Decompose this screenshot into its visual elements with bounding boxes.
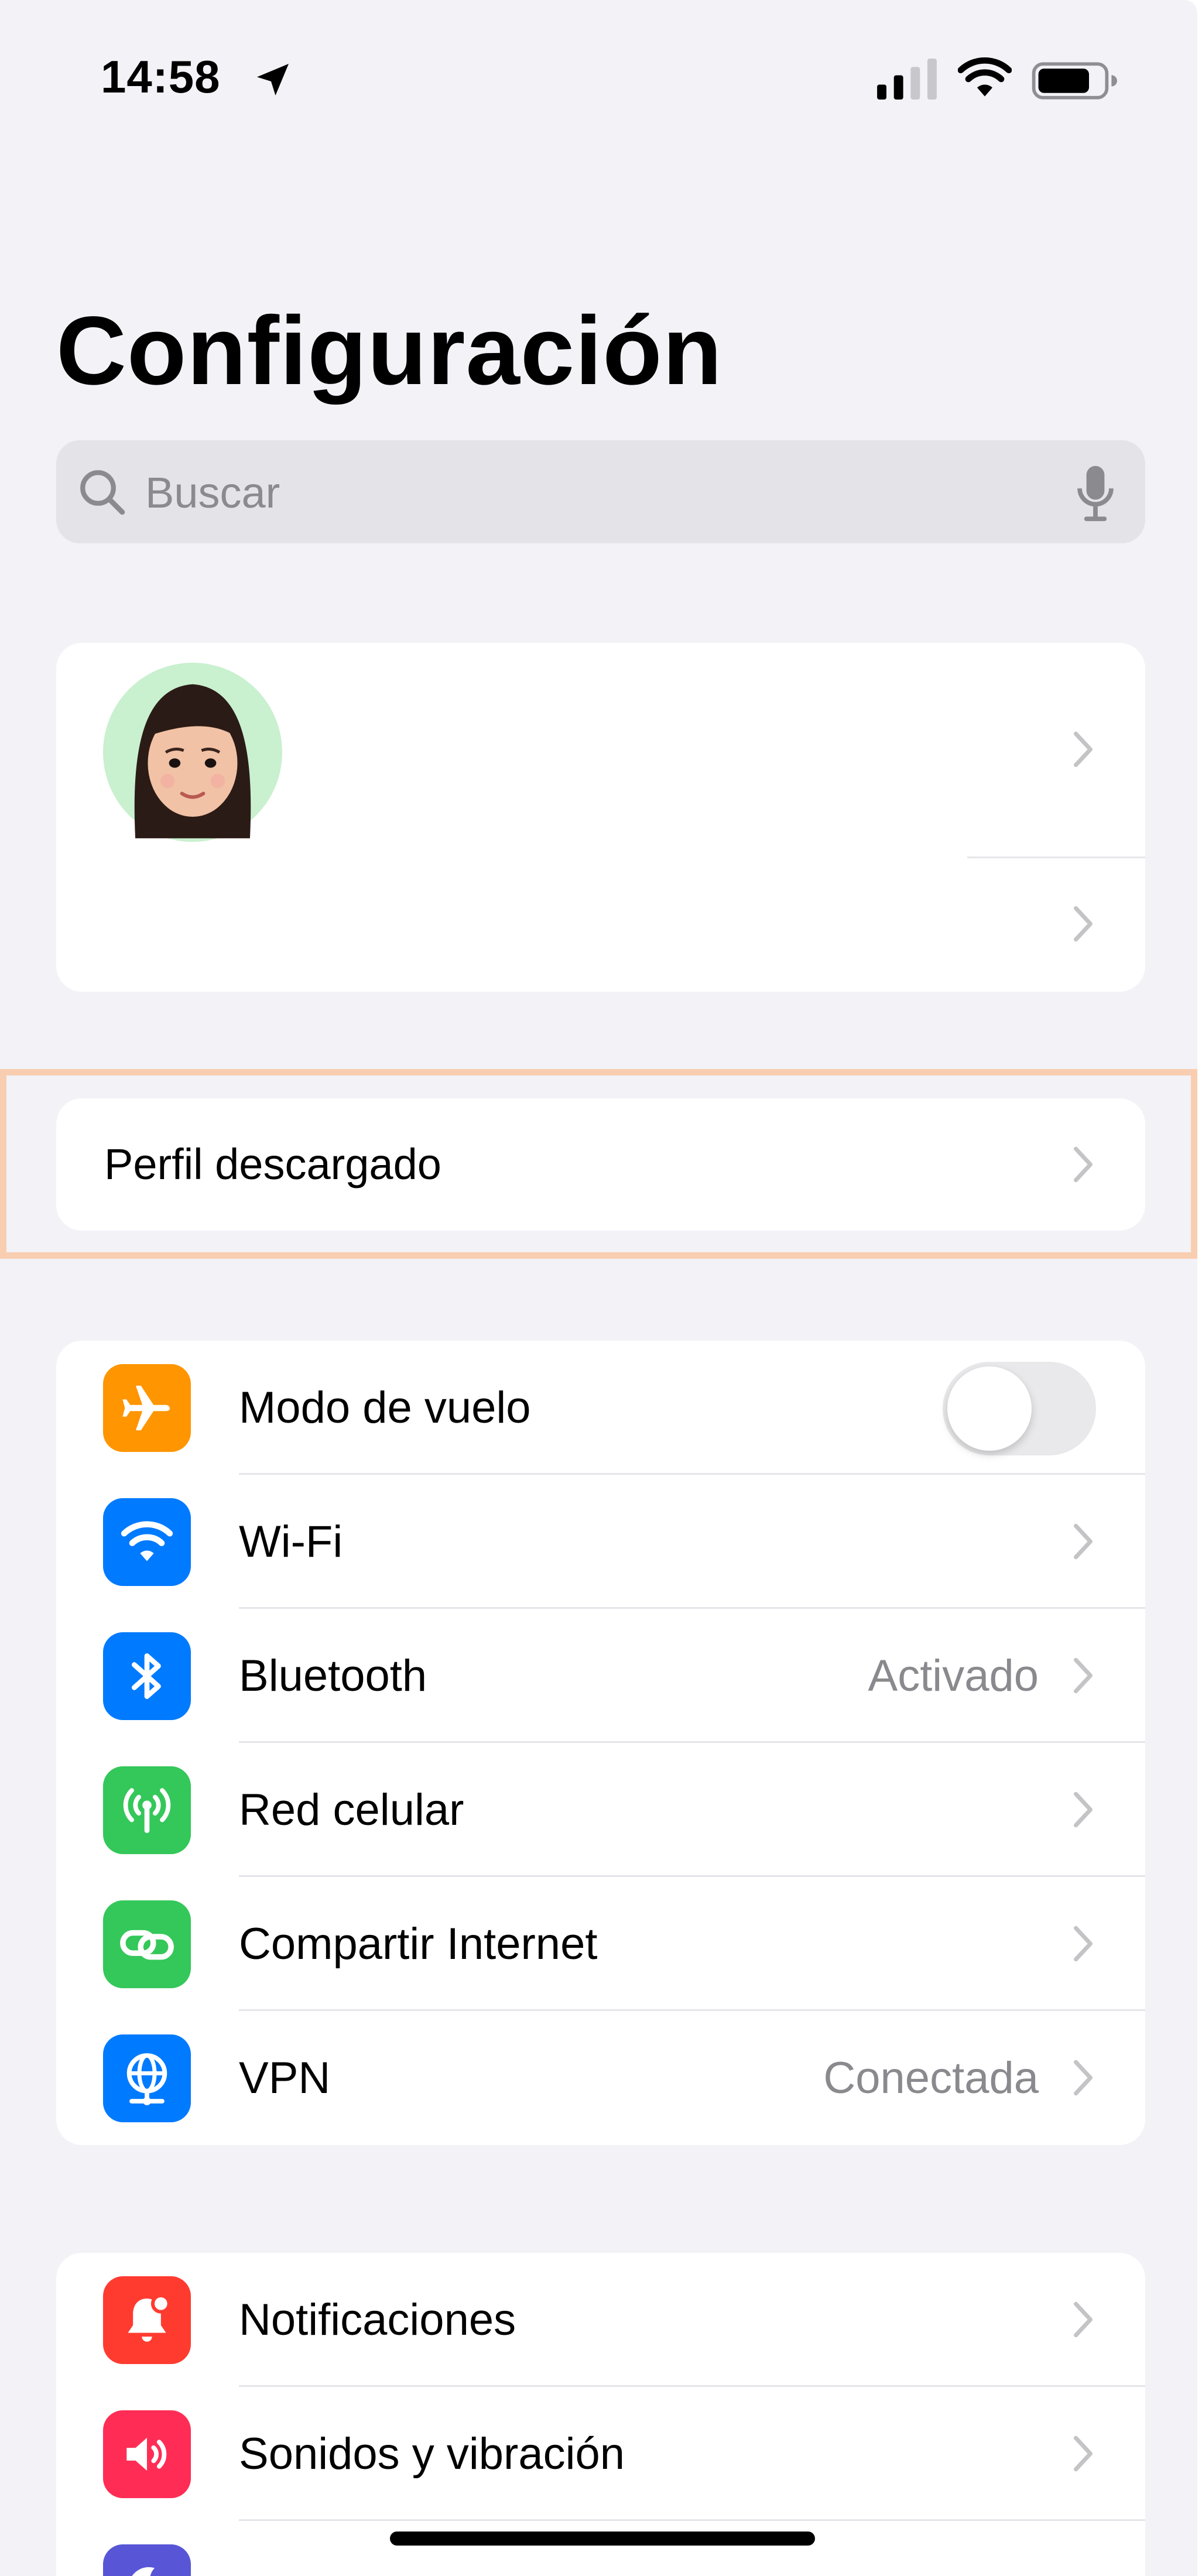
search-icon bbox=[80, 470, 125, 515]
chevron-right-icon bbox=[1073, 731, 1093, 768]
airplane-icon bbox=[122, 1385, 170, 1431]
chevron-right-icon bbox=[1073, 906, 1093, 942]
settings-row-cellular[interactable]: Red celular bbox=[56, 1743, 1145, 1877]
settings-row-wifi[interactable]: Wi-Fi bbox=[56, 1475, 1145, 1609]
account-detail-row[interactable] bbox=[56, 857, 1145, 992]
settings-row-notifications[interactable]: Notificaciones bbox=[56, 2253, 1145, 2387]
notifications-group: Notificaciones Sonidos y vibración bbox=[56, 2253, 1145, 2576]
antenna-icon-tile bbox=[103, 1766, 191, 1854]
link-icon-tile bbox=[103, 1900, 191, 1988]
chevron-right-icon bbox=[1073, 1146, 1093, 1183]
search-input[interactable] bbox=[144, 440, 1060, 544]
chevron-right-icon bbox=[1073, 1523, 1093, 1560]
vpn-status: Conectada bbox=[823, 2053, 1039, 2103]
bluetooth-label: Bluetooth bbox=[239, 1651, 427, 1701]
wifi-icon-tile bbox=[103, 1498, 191, 1586]
microphone-icon[interactable] bbox=[1074, 464, 1117, 522]
globe-icon bbox=[126, 2053, 167, 2105]
wifi-icon bbox=[121, 1521, 173, 1561]
moon-icon bbox=[132, 2567, 155, 2576]
search-bar[interactable] bbox=[56, 440, 1145, 544]
downloaded-profile-row[interactable]: Perfil descargado bbox=[56, 1098, 1145, 1231]
battery-icon bbox=[1032, 62, 1117, 100]
bell-icon-tile bbox=[103, 2276, 191, 2364]
globe-icon-tile bbox=[103, 2034, 191, 2122]
speaker-icon-tile bbox=[103, 2410, 191, 2498]
link-icon bbox=[120, 1930, 174, 1960]
antenna-icon bbox=[123, 1788, 171, 1833]
chevron-right-icon bbox=[1073, 2060, 1093, 2096]
chevron-right-icon bbox=[1073, 1926, 1093, 1962]
cellular-signal-icon bbox=[877, 59, 937, 100]
home-indicator[interactable] bbox=[390, 2532, 815, 2546]
settings-row-vpn[interactable]: VPN Conectada bbox=[56, 2011, 1145, 2145]
location-arrow-icon bbox=[257, 64, 289, 95]
bluetooth-icon bbox=[132, 1653, 161, 1699]
toggle-knob bbox=[947, 1366, 1032, 1451]
chevron-right-icon bbox=[1073, 2435, 1093, 2472]
settings-screen: 14:58 Configuración Buscar Perfil descar… bbox=[0, 0, 1197, 2576]
sounds-label: Sonidos y vibración bbox=[239, 2429, 625, 2479]
cellular-label: Red celular bbox=[239, 1785, 464, 1835]
account-card bbox=[56, 643, 1145, 992]
airplane-mode-label: Modo de vuelo bbox=[239, 1383, 531, 1433]
speaker-icon bbox=[126, 2437, 167, 2471]
airplane-mode-toggle[interactable] bbox=[943, 1362, 1096, 1455]
page-title: Configuración bbox=[56, 297, 723, 405]
settings-row-focus[interactable] bbox=[56, 2521, 1145, 2576]
settings-row-personal-hotspot[interactable]: Compartir Internet bbox=[56, 1877, 1145, 2011]
vpn-label: VPN bbox=[239, 2053, 331, 2103]
downloaded-profile-label: Perfil descargado bbox=[104, 1140, 441, 1188]
airplane-icon-tile bbox=[103, 1364, 191, 1452]
avatar bbox=[103, 663, 282, 842]
apple-account-row[interactable] bbox=[56, 643, 1145, 857]
status-time: 14:58 bbox=[101, 51, 221, 102]
wifi-label: Wi-Fi bbox=[239, 1517, 343, 1567]
notifications-label: Notificaciones bbox=[239, 2295, 516, 2345]
moon-icon-tile bbox=[103, 2544, 191, 2576]
bell-icon bbox=[128, 2293, 171, 2342]
chevron-right-icon bbox=[1073, 1791, 1093, 1828]
connectivity-group: Modo de vuelo Wi-Fi Bluetooth Activado R… bbox=[56, 1341, 1145, 2145]
bluetooth-icon-tile bbox=[103, 1632, 191, 1720]
hotspot-label: Compartir Internet bbox=[239, 1919, 598, 1969]
wifi-status-icon bbox=[958, 57, 1012, 97]
chevron-right-icon bbox=[1073, 2301, 1093, 2338]
settings-row-bluetooth[interactable]: Bluetooth Activado bbox=[56, 1609, 1145, 1743]
chevron-right-icon bbox=[1073, 1657, 1093, 1694]
settings-row-sounds[interactable]: Sonidos y vibración bbox=[56, 2387, 1145, 2521]
settings-row-airplane-mode[interactable]: Modo de vuelo bbox=[56, 1341, 1145, 1475]
bluetooth-status: Activado bbox=[868, 1651, 1039, 1701]
